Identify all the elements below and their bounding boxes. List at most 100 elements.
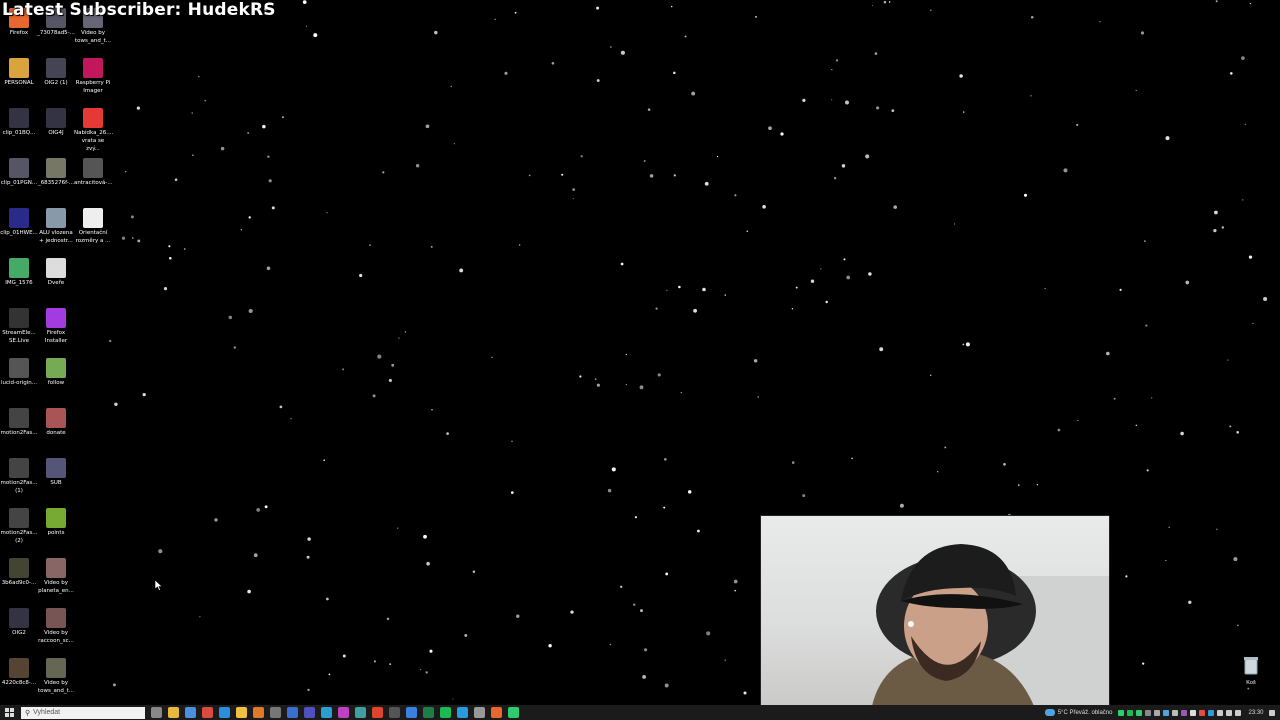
taskbar-search-input[interactable]: ⚲ Vyhledat: [21, 706, 145, 719]
desktop-icon[interactable]: OIG2 (1): [37, 58, 75, 87]
star: [561, 173, 564, 176]
chrome-icon[interactable]: [202, 707, 213, 718]
app-icon[interactable]: [253, 707, 264, 718]
desktop-icon[interactable]: points: [37, 508, 75, 537]
app-icon[interactable]: [321, 707, 332, 718]
recycle-bin[interactable]: Koš: [1238, 655, 1264, 686]
battery-icon[interactable]: [1234, 709, 1241, 716]
app-icon[interactable]: [457, 707, 468, 718]
star: [247, 132, 250, 134]
desktop-icon[interactable]: motion2Fas...: [0, 408, 38, 437]
star: [596, 383, 600, 387]
notifications-icon[interactable]: [1268, 709, 1275, 716]
tray-app-icon[interactable]: [1153, 709, 1160, 716]
tray-app-icon[interactable]: [1135, 709, 1142, 716]
star: [757, 396, 759, 398]
app-icon[interactable]: [338, 707, 349, 718]
desktop-icon[interactable]: clip_01HWE...: [0, 208, 38, 237]
desktop-icon[interactable]: PERSONAL: [0, 58, 38, 87]
star: [619, 585, 623, 589]
star: [369, 244, 371, 246]
image-icon: [46, 408, 66, 428]
desktop-icon[interactable]: motion2Fas... (2): [0, 508, 38, 545]
star: [572, 198, 574, 200]
star: [734, 194, 737, 197]
latest-subscriber-overlay: Latest Subscriber: HudekRS: [2, 0, 276, 20]
tray-app-icon[interactable]: [1144, 709, 1151, 716]
store-icon[interactable]: [185, 707, 196, 718]
desktop-icon[interactable]: motion2Fas... (1): [0, 458, 38, 495]
star: [664, 683, 669, 688]
volume-icon[interactable]: [1225, 709, 1232, 716]
star: [130, 215, 134, 219]
desktop-icon[interactable]: Nabídka_26.... vrata se zvý...: [74, 108, 113, 153]
start-button[interactable]: [0, 705, 18, 720]
star: [1227, 359, 1229, 361]
desktop-icon[interactable]: ALU vlozena + jednostr...: [37, 208, 75, 245]
desktop-icon[interactable]: antracitová-...: [74, 158, 113, 187]
excel-icon[interactable]: [423, 707, 434, 718]
weather-text[interactable]: 5°C Převáž. oblačno: [1058, 710, 1113, 716]
tray-app-icon[interactable]: [1171, 709, 1178, 716]
clock[interactable]: 23:30: [1248, 710, 1263, 716]
app-icon[interactable]: [389, 707, 400, 718]
spotify-icon[interactable]: [440, 707, 451, 718]
star: [743, 691, 747, 695]
tray-app-icon[interactable]: [1189, 709, 1196, 716]
desktop-icon[interactable]: IMG_1576: [0, 258, 38, 287]
search-icon: ⚲: [25, 709, 31, 717]
star: [899, 503, 904, 508]
app-icon[interactable]: [270, 707, 281, 718]
tray-app-icon[interactable]: [1162, 709, 1169, 716]
desktop-icon[interactable]: Firefox Installer: [37, 308, 75, 345]
raspberry-pi-icon: [83, 58, 103, 78]
star: [846, 275, 851, 280]
star: [644, 648, 648, 652]
app-icon[interactable]: [406, 707, 417, 718]
desktop-icon[interactable]: Orientační rozměry a ...: [74, 208, 112, 245]
task-view-icon[interactable]: [151, 707, 162, 718]
desktop-icon[interactable]: 3b6ad9c0-...: [0, 558, 38, 587]
desktop-icon[interactable]: Video by raccoon_sc...: [37, 608, 75, 645]
desktop-icon[interactable]: Dveře: [37, 258, 75, 287]
desktop-icon[interactable]: _6835276f-...: [37, 158, 75, 187]
image-icon: [46, 258, 66, 278]
desktop-icon[interactable]: clip_01BQ...: [0, 108, 38, 137]
network-icon[interactable]: [1216, 709, 1223, 716]
spotify-tray-icon[interactable]: [1126, 709, 1133, 716]
app-icon[interactable]: [287, 707, 298, 718]
star: [494, 18, 496, 20]
desktop-icon[interactable]: follow: [37, 358, 75, 387]
brave-icon[interactable]: [372, 707, 383, 718]
tray-app-icon[interactable]: [1207, 709, 1214, 716]
star: [733, 579, 738, 584]
file-explorer-icon[interactable]: [168, 707, 179, 718]
desktop-icon-label: Raspberry Pi Imager: [75, 80, 111, 94]
star: [802, 494, 806, 498]
search-placeholder: Vyhledat: [33, 709, 61, 716]
desktop-icon[interactable]: Raspberry Pi Imager: [74, 58, 112, 95]
desktop-icon[interactable]: SUB: [37, 458, 75, 487]
star: [306, 555, 310, 559]
vscode-icon[interactable]: [219, 707, 230, 718]
star: [1036, 484, 1038, 486]
app-icon[interactable]: [304, 707, 315, 718]
desktop-icon[interactable]: OIG2: [0, 608, 38, 637]
app-icon[interactable]: [508, 707, 519, 718]
desktop-icon[interactable]: OIG4J: [37, 108, 75, 137]
app-icon[interactable]: [474, 707, 485, 718]
desktop-icon[interactable]: clip_01PGN...: [0, 158, 38, 187]
tray-app-icon[interactable]: [1180, 709, 1187, 716]
app-icon[interactable]: [355, 707, 366, 718]
folder-icon[interactable]: [236, 707, 247, 718]
tray-app-icon[interactable]: [1198, 709, 1205, 716]
desktop-icon[interactable]: Video by planeta_en...: [37, 558, 75, 595]
desktop-icon[interactable]: donate: [37, 408, 75, 437]
desktop-icon[interactable]: StreamEle... SE.Live: [0, 308, 38, 345]
star: [791, 461, 795, 464]
desktop-icon[interactable]: lucid-origin...: [0, 358, 38, 387]
whatsapp-icon[interactable]: [1117, 709, 1124, 716]
desktop-icon[interactable]: 4220c8c8-...: [0, 658, 38, 687]
firefox-icon[interactable]: [491, 707, 502, 718]
desktop-icon[interactable]: Video by tows_and_t...: [37, 658, 75, 695]
